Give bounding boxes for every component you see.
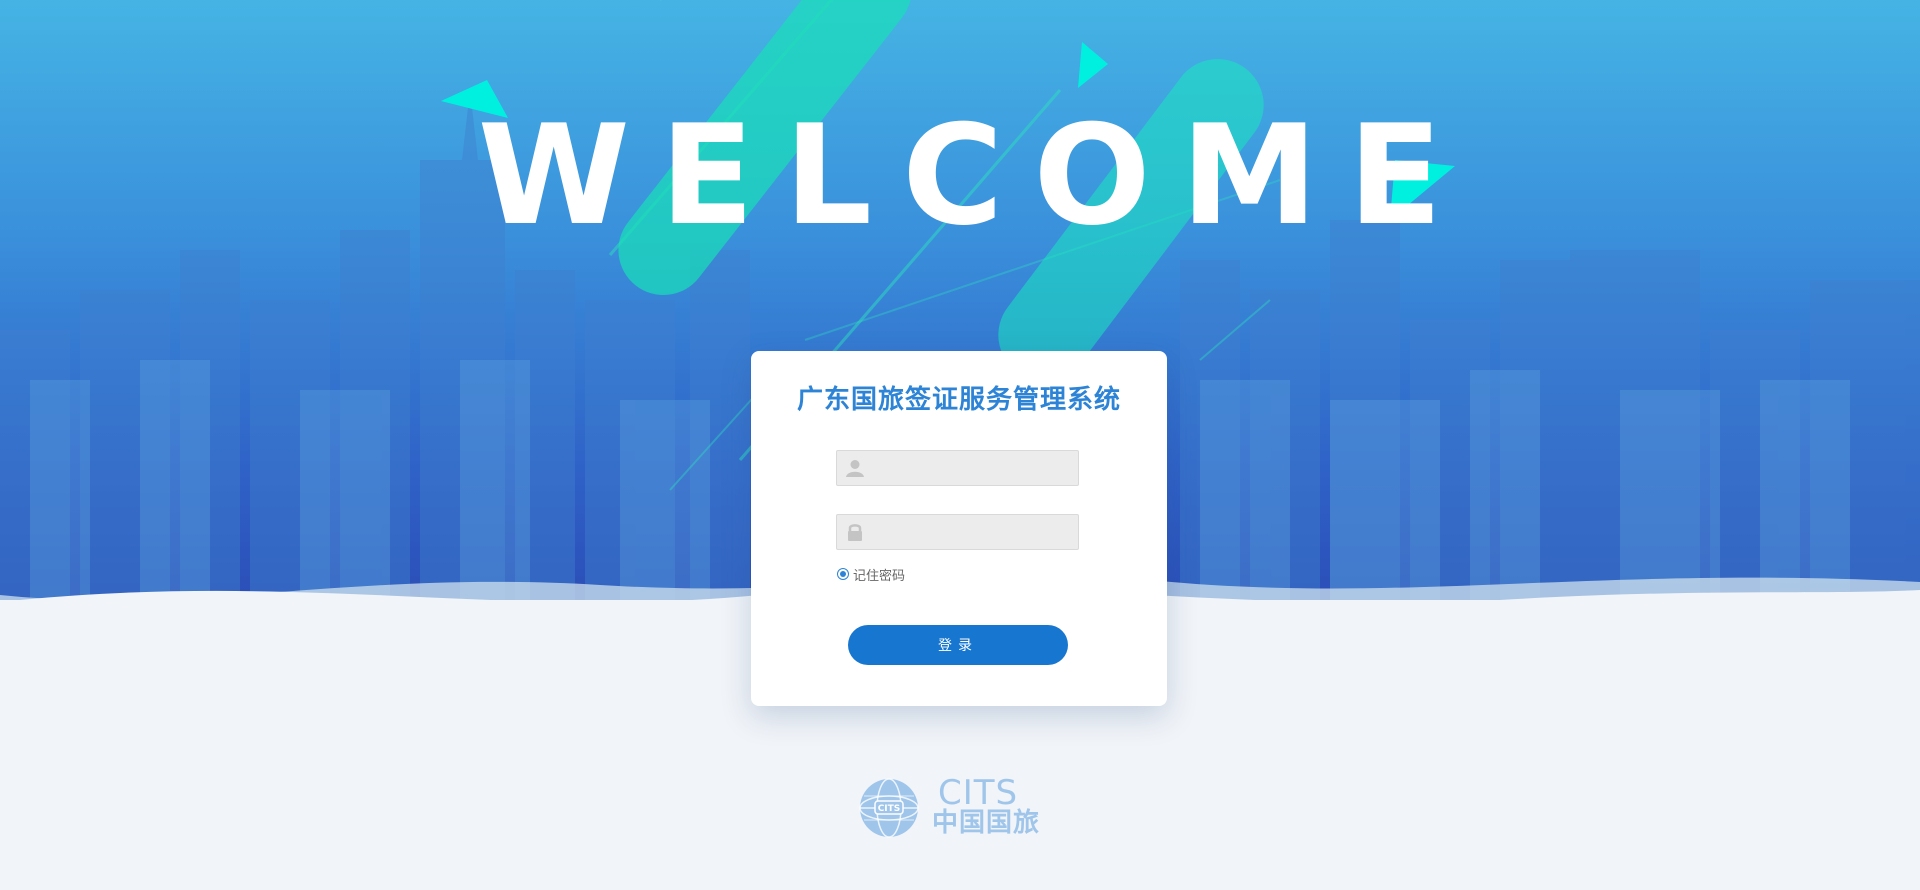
login-button[interactable]: 登录 <box>848 625 1068 665</box>
password-field[interactable] <box>836 514 1079 550</box>
remember-label: 记住密码 <box>853 568 906 584</box>
username-input[interactable] <box>873 451 1073 485</box>
system-title: 广东国旅签证服务管理系统 <box>796 385 1121 415</box>
logo-text-cn: 中国国旅 <box>932 808 1041 838</box>
globe-icon: CITS <box>859 778 919 838</box>
password-input[interactable] <box>873 515 1073 549</box>
user-icon <box>846 460 864 477</box>
username-field[interactable] <box>836 450 1079 486</box>
remember-password[interactable]: 记住密码 <box>837 566 906 584</box>
login-card: 广东国旅签证服务管理系统 记住密码 登录 <box>751 351 1167 706</box>
globe-text: CITS <box>878 804 901 814</box>
remember-radio[interactable] <box>837 568 849 580</box>
logo-text-en: CITS <box>938 773 1019 813</box>
welcome-headline: WELCOME <box>477 95 1473 256</box>
lock-icon <box>848 524 862 541</box>
